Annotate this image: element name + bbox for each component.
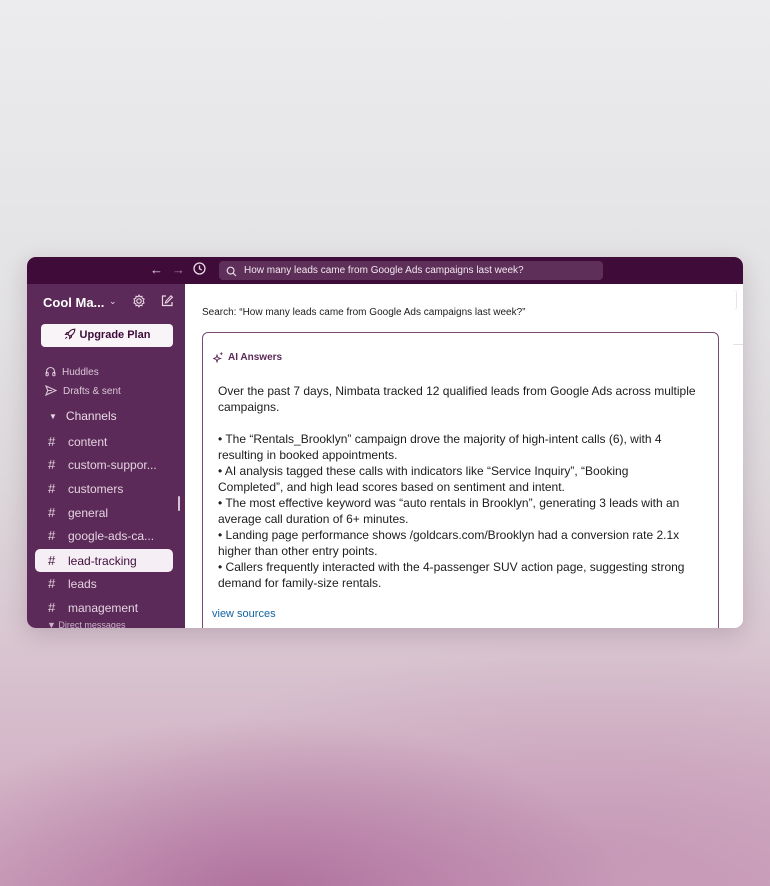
hash-icon: # — [48, 600, 56, 615]
channel-name: lead-tracking — [68, 554, 137, 568]
search-icon — [226, 265, 237, 284]
ai-answer-bullet: • The most effective keyword was “auto r… — [218, 496, 680, 526]
rocket-icon — [63, 328, 75, 340]
sidebar-channel-management[interactable]: # management — [35, 596, 173, 619]
direct-messages-header[interactable]: ▼ Direct messages — [47, 620, 125, 628]
sidebar-scrollbar[interactable] — [178, 496, 180, 511]
search-text: “How many leads came from Google Ads cam… — [239, 307, 526, 318]
headphones-icon — [45, 366, 56, 377]
main-panel: Search: “How many leads came from Google… — [185, 284, 743, 628]
sidebar-channel-google-ads[interactable]: # google-ads-ca... — [35, 524, 173, 547]
send-icon — [44, 384, 58, 397]
sidebar-item-label: Drafts & sent — [63, 386, 121, 397]
sparkle-icon — [212, 351, 224, 364]
channel-name: content — [68, 435, 108, 449]
ai-answers-label: AI Answers — [228, 352, 283, 363]
chevron-down-icon[interactable]: ⌄ — [109, 296, 117, 307]
ai-answer-bullet: • Landing page performance shows /goldca… — [218, 528, 680, 558]
ai-answers-title: AI Answers — [212, 351, 283, 364]
ai-answer-bullet: • Callers frequently interacted with the… — [218, 560, 685, 590]
hash-icon: # — [48, 434, 56, 449]
hash-icon: # — [48, 457, 56, 472]
channel-name: google-ads-ca... — [68, 529, 155, 543]
sidebar-channel-content[interactable]: # content — [35, 430, 173, 453]
app-window: ← → How many leads came from Google Ads … — [27, 257, 743, 628]
sidebar-channel-leads[interactable]: # leads — [35, 572, 173, 595]
search-summary: Search: “How many leads came from Google… — [202, 307, 526, 318]
sidebar-channel-customers[interactable]: # customers — [35, 477, 173, 500]
gear-icon[interactable] — [132, 294, 146, 313]
ai-answer-bullet: • The “Rentals_Brooklyn” campaign drove … — [218, 432, 662, 462]
channels-header-label: Channels — [65, 409, 117, 423]
hash-icon: # — [48, 528, 56, 543]
clock-icon[interactable] — [193, 262, 206, 278]
channels-header[interactable]: ▼ Channels — [49, 409, 117, 423]
ai-answers-card: AI Answers Over the past 7 days, Nimbata… — [202, 332, 719, 628]
channel-name: customers — [68, 482, 124, 496]
upgrade-plan-label: Upgrade Plan — [79, 329, 151, 341]
sidebar-channel-custom-support[interactable]: # custom-suppor... — [35, 453, 173, 476]
ai-answer-bullet: • AI analysis tagged these calls with in… — [218, 464, 629, 494]
search-query: How many leads came from Google Ads camp… — [244, 265, 524, 276]
hash-icon: # — [48, 576, 56, 591]
channel-name: custom-suppor... — [68, 458, 157, 472]
divider — [734, 290, 737, 310]
caret-down-icon: ▼ — [49, 412, 57, 421]
channel-name: general — [68, 506, 109, 520]
hash-icon: # — [48, 553, 56, 568]
hash-icon: # — [48, 481, 56, 496]
sidebar-channel-lead-tracking[interactable]: # lead-tracking — [35, 549, 173, 572]
ai-answer-body: Over the past 7 days, Nimbata tracked 12… — [218, 383, 696, 591]
search-input[interactable]: How many leads came from Google Ads camp… — [219, 261, 603, 280]
dm-header-label: Direct messages — [58, 620, 126, 628]
sidebar: Cool Ma... ⌄ Upgrade Plan Huddles Drafts… — [27, 284, 185, 628]
ai-answer-intro: Over the past 7 days, Nimbata tracked 12… — [218, 384, 696, 414]
workspace-name[interactable]: Cool Ma... — [43, 295, 104, 310]
arrow-right-icon[interactable]: → — [172, 263, 185, 277]
arrow-left-icon[interactable]: ← — [150, 263, 163, 277]
sidebar-item-huddles[interactable]: Huddles — [45, 366, 99, 378]
channel-name: management — [68, 601, 139, 615]
title-bar: ← → How many leads came from Google Ads … — [27, 257, 743, 284]
view-sources-link[interactable]: view sources — [212, 608, 276, 620]
hash-icon: # — [48, 505, 56, 520]
sidebar-item-drafts[interactable]: Drafts & sent — [44, 384, 121, 397]
upgrade-plan-button[interactable]: Upgrade Plan — [41, 324, 173, 347]
sidebar-item-label: Huddles — [62, 367, 99, 378]
channel-name: leads — [68, 577, 97, 591]
compose-icon[interactable] — [160, 294, 174, 313]
search-prefix: Search: — [202, 307, 237, 318]
divider — [733, 344, 743, 345]
sidebar-channel-general[interactable]: # general — [35, 501, 173, 524]
